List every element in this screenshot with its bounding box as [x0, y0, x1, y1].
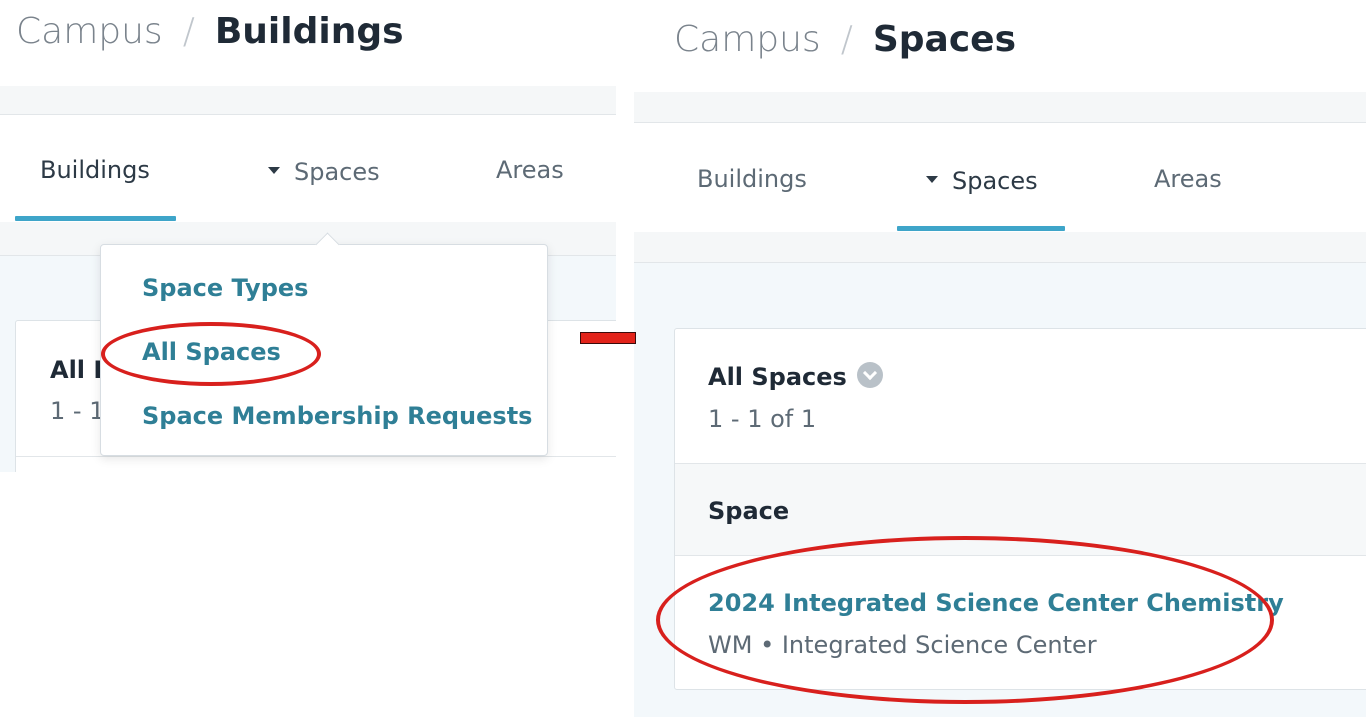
- breadcrumb-root[interactable]: Campus: [16, 11, 163, 52]
- tabs-bottom-strip: [634, 232, 1366, 262]
- active-tab-indicator: [15, 216, 176, 221]
- caret-down-icon: [926, 175, 938, 183]
- tab-areas[interactable]: Areas: [496, 154, 564, 186]
- breadcrumb-separator: /: [840, 19, 853, 60]
- menu-item-space-types[interactable]: Space Types: [142, 272, 308, 304]
- left-screenshot-panel: Campus / Buildings Buildings Spaces Areas …: [0, 0, 616, 472]
- divider: [0, 114, 616, 115]
- right-screenshot-panel: Campus / Spaces Buildings Spaces Areas All…: [634, 0, 1366, 717]
- tab-buildings[interactable]: Buildings: [697, 163, 807, 195]
- list-count: 1 - 1: [50, 397, 105, 425]
- active-tab-indicator: [897, 226, 1065, 231]
- page-title: Buildings: [214, 11, 404, 52]
- breadcrumb-separator: /: [182, 11, 195, 52]
- column-header-space[interactable]: Space: [708, 495, 789, 527]
- tab-spaces-label: Spaces: [952, 167, 1038, 195]
- toolbar-strip: [0, 86, 616, 114]
- page-title: Spaces: [872, 19, 1017, 60]
- highlight-circle-space-result: [656, 536, 1274, 704]
- list-title: All Spaces: [708, 361, 883, 393]
- tab-spaces[interactable]: Spaces: [268, 156, 380, 188]
- breadcrumb-root[interactable]: Campus: [674, 19, 821, 60]
- tab-spaces[interactable]: Spaces: [926, 165, 1038, 197]
- list-title-text: All Spaces: [708, 363, 847, 391]
- breadcrumb: Campus / Spaces: [674, 16, 1016, 64]
- arrow-connector: [580, 332, 636, 344]
- list-count: 1 - 1 of 1: [708, 405, 817, 433]
- menu-item-space-membership-requests[interactable]: Space Membership Requests: [142, 400, 532, 432]
- tab-spaces-label: Spaces: [294, 158, 380, 186]
- highlight-circle-all-spaces: [101, 322, 321, 386]
- breadcrumb: Campus / Buildings: [16, 8, 404, 56]
- divider: [16, 456, 616, 457]
- divider: [634, 122, 1366, 123]
- chevron-down-circle-icon[interactable]: [856, 362, 883, 388]
- toolbar-strip: [634, 92, 1366, 122]
- tab-buildings[interactable]: Buildings: [40, 154, 150, 186]
- caret-down-icon: [268, 166, 280, 174]
- tab-areas[interactable]: Areas: [1154, 163, 1222, 195]
